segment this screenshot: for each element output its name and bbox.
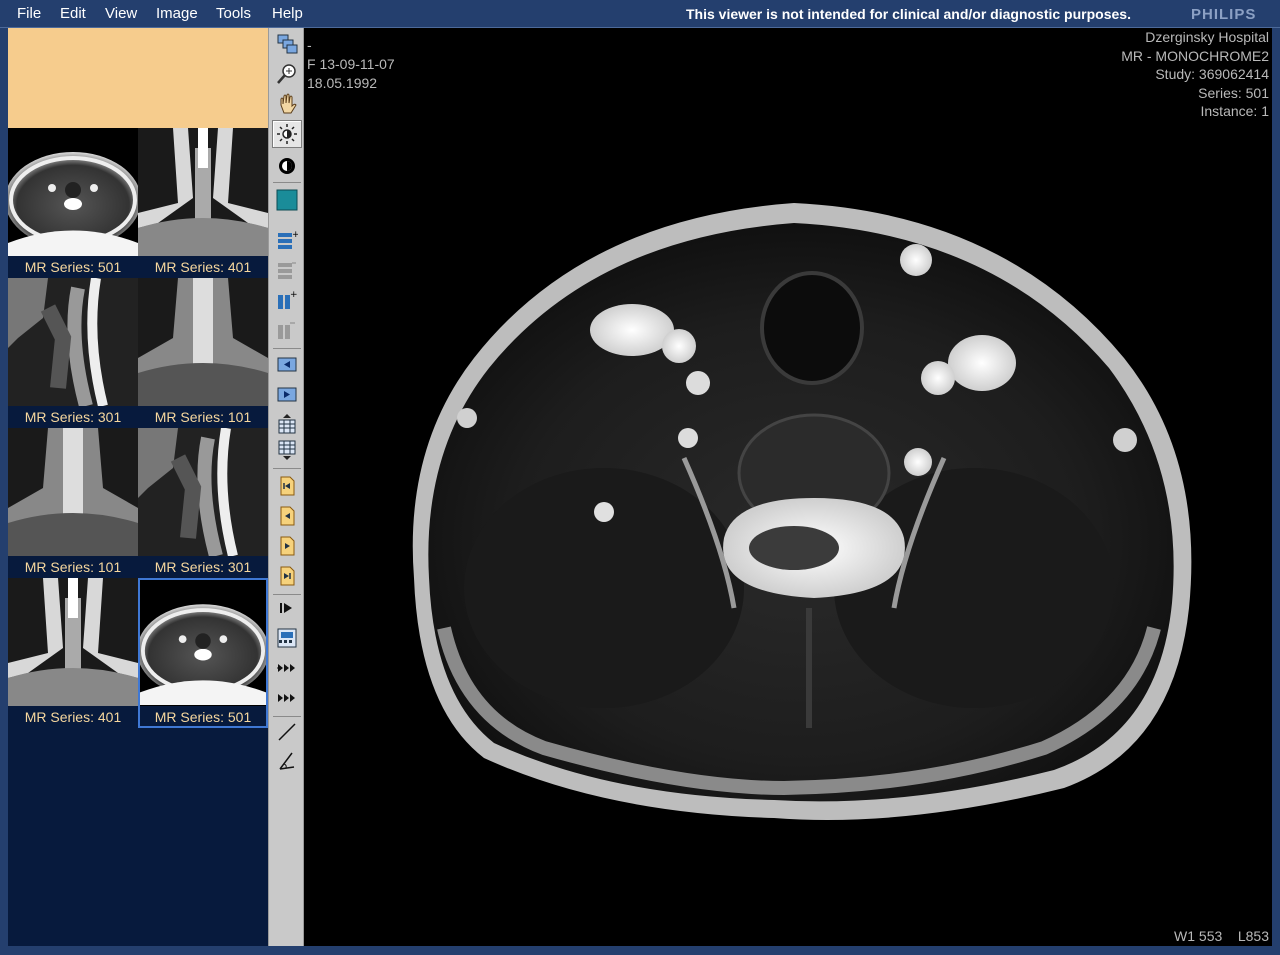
svg-text:+: + <box>292 230 298 240</box>
window-frame-left <box>0 28 8 948</box>
previous-series-icon[interactable] <box>272 502 302 530</box>
thumbnail-label: MR Series: 401 <box>154 259 252 275</box>
measure-line-icon[interactable] <box>272 718 302 746</box>
grid-down-icon[interactable] <box>272 436 302 464</box>
series-thumbnail-panel: MR Series: 501 MR Series: 401 MR Series: <box>8 28 268 946</box>
toolbar-separator <box>273 468 301 469</box>
thumbnail-label: MR Series: 101 <box>24 559 122 575</box>
brand-logo: PHILIPS <box>1191 6 1257 23</box>
previous-image-icon[interactable] <box>272 350 302 378</box>
overlay-hospital: Dzerginsky Hospital <box>1145 29 1269 45</box>
thumbnail-image-sagittal <box>138 428 268 556</box>
menu-tools[interactable]: Tools <box>216 5 251 22</box>
last-series-icon[interactable] <box>272 562 302 590</box>
series-thumbnail[interactable]: MR Series: 101 <box>138 278 268 428</box>
thumbnail-image-coronal <box>8 428 138 556</box>
toolbar-separator <box>273 182 301 183</box>
window-frame-bottom <box>0 946 1280 955</box>
thumbnail-label: MR Series: 301 <box>24 409 122 425</box>
disclaimer-notice: This viewer is not intended for clinical… <box>686 6 1131 22</box>
overlay-study: Study: 369062414 <box>1155 66 1269 82</box>
first-series-icon[interactable] <box>272 472 302 500</box>
single-layout-icon[interactable] <box>272 186 302 214</box>
toolbar-separator <box>273 716 301 717</box>
menu-view[interactable]: View <box>105 5 137 22</box>
overlay-patient-id: F 13-09-11-07 <box>307 56 395 72</box>
svg-text:+: + <box>290 290 298 300</box>
thumbnail-image-coronal <box>138 278 268 406</box>
thumbnail-label: MR Series: 301 <box>154 559 252 575</box>
series-thumbnail-selected[interactable]: MR Series: 501 <box>138 578 268 728</box>
toolbar-separator <box>273 348 301 349</box>
thumbnail-image-coronal <box>138 128 268 256</box>
patient-overlay: - F 13-09-11-07 18.05.1992 <box>307 36 395 93</box>
window-frame-right <box>1272 28 1280 948</box>
thumbnail-label: MR Series: 501 <box>154 709 252 725</box>
window-level-icon[interactable] <box>272 120 302 148</box>
thumbnail-image-coronal <box>8 578 138 706</box>
window-level-readout: W1 553 L853 <box>1174 928 1269 944</box>
thumbnail-image-axial <box>8 128 138 256</box>
thumbnail-image-sagittal <box>8 278 138 406</box>
series-thumbnail[interactable]: MR Series: 401 <box>8 578 138 728</box>
menu-edit[interactable]: Edit <box>60 5 86 22</box>
thumbnail-label: MR Series: 401 <box>24 709 122 725</box>
overlay-instance: Instance: 1 <box>1200 103 1270 119</box>
next-image-icon[interactable] <box>272 380 302 408</box>
thumbnail-image-axial <box>140 580 266 706</box>
series-thumbnail[interactable]: MR Series: 301 <box>8 278 138 428</box>
remove-columns-icon[interactable] <box>272 316 302 344</box>
overlay-series: Series: 501 <box>1198 84 1269 101</box>
cine-film-icon[interactable] <box>272 624 302 652</box>
play-icon[interactable] <box>272 594 302 622</box>
fast-forward-all-icon[interactable] <box>272 684 302 712</box>
menu-help[interactable]: Help <box>272 5 303 22</box>
add-rows-icon[interactable]: + <box>272 226 302 254</box>
next-series-icon[interactable] <box>272 532 302 560</box>
series-thumbnail[interactable]: MR Series: 301 <box>138 428 268 578</box>
tool-bar: + + <box>268 28 304 946</box>
fast-forward-icon[interactable] <box>272 654 302 682</box>
menu-image[interactable]: Image <box>156 5 198 22</box>
series-thumbnail[interactable]: MR Series: 501 <box>8 128 138 278</box>
grid-up-icon[interactable] <box>272 410 302 438</box>
menu-bar: File Edit View Image Tools Help This vie… <box>0 0 1280 28</box>
invert-icon[interactable] <box>272 152 302 180</box>
overlay-birth-date: 18.05.1992 <box>307 75 378 91</box>
add-columns-icon[interactable]: + <box>272 286 302 314</box>
series-thumbnail[interactable]: MR Series: 401 <box>138 128 268 278</box>
zoom-icon[interactable] <box>272 60 302 88</box>
overlay-modality: MR - MONOCHROME2 <box>1121 47 1269 64</box>
mri-axial-image <box>412 203 1192 820</box>
pan-hand-icon[interactable] <box>272 90 302 118</box>
thumbnail-label: MR Series: 101 <box>154 409 252 425</box>
series-thumbnail[interactable]: MR Series: 101 <box>8 428 138 578</box>
image-viewport[interactable]: - F 13-09-11-07 18.05.1992 Dzerginsky Ho… <box>304 28 1272 946</box>
stack-icon[interactable] <box>272 30 302 58</box>
patient-info-box <box>8 28 268 128</box>
menu-file[interactable]: File <box>17 5 41 22</box>
remove-rows-icon[interactable] <box>272 256 302 284</box>
measure-angle-icon[interactable] <box>272 746 302 774</box>
study-overlay: Dzerginsky Hospital MR - MONOCHROME2 Stu… <box>1121 28 1269 121</box>
thumbnail-label: MR Series: 501 <box>24 259 122 275</box>
overlay-patient-name: - <box>307 37 312 53</box>
